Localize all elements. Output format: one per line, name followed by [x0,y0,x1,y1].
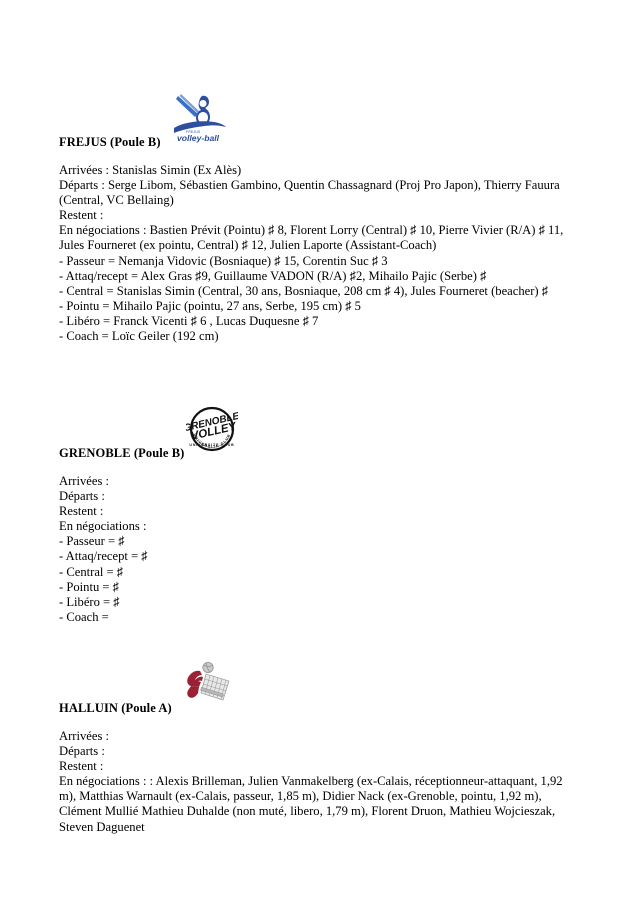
roster-line: En négociations : : Alexis Brilleman, Ju… [59,774,563,834]
svg-text:UNIVERSITE CLUB: UNIVERSITE CLUB [189,443,234,447]
roster-line: - Libéro = ♯ [59,594,120,609]
document-page: FREJUS volley-ball FREJUS (Poule B) Arri… [0,0,640,905]
roster-line: - Attaq/recept = ♯ [59,549,148,564]
club-title-frejus: FREJUS (Poule B) [59,135,161,149]
roster-text-grenoble: Arrivées : Départs : Restent : En négoci… [59,474,582,625]
roster-line: Restent : [59,504,104,519]
roster-line: Départs : Serge Libom, Sébastien Gambino… [59,178,560,208]
grenoble-volley-logo-icon: GRENOBLE VOLLEY UNIVERSITE CLUB UNIVERSI… [186,405,238,453]
roster-line: - Pointu = Mihailo Pajic (pointu, 27 ans… [59,298,361,313]
roster-line: En négociations : [59,519,147,534]
club-section-halluin: HALLUIN (Poule A) Arrivées : Départs : R… [0,658,640,835]
roster-line: Restent : [59,208,104,223]
club-section-frejus: FREJUS volley-ball FREJUS (Poule B) Arri… [0,92,640,344]
roster-line: - Pointu = ♯ [59,579,119,594]
roster-line: - Passeur = Nemanja Vidovic (Bosniaque) … [59,253,388,268]
roster-line: - Coach = [59,609,109,624]
club-heading-row: HALLUIN (Poule A) [0,658,640,716]
roster-line: Départs : [59,489,105,504]
roster-line: - Central = Stanislas Simin (Central, 30… [59,283,549,298]
svg-text:volley-ball: volley-ball [177,133,220,143]
roster-line: Arrivées : [59,729,110,743]
roster-line: - Central = ♯ [59,564,124,579]
club-title-halluin: HALLUIN (Poule A) [59,701,172,715]
roster-line: - Attaq/recept = Alex Gras ♯9, Guillaume… [59,268,487,283]
roster-text-halluin: Arrivées : Départs : Restent : En négoci… [59,729,582,835]
roster-line: - Passeur = ♯ [59,534,125,549]
roster-line: - Coach = Loïc Geiler (192 cm) [59,329,219,344]
halluin-volley-logo-icon [182,660,232,708]
club-heading-row: GRENOBLE VOLLEY UNIVERSITE CLUB UNIVERSI… [0,403,640,461]
frejus-volley-ball-logo-icon: FREJUS volley-ball [172,92,228,144]
club-section-grenoble: GRENOBLE VOLLEY UNIVERSITE CLUB UNIVERSI… [0,403,640,625]
club-heading-row: FREJUS volley-ball FREJUS (Poule B) [0,92,640,150]
roster-line: En négociations : Bastien Prévit (Pointu… [59,223,564,253]
roster-line: Restent : [59,759,104,774]
roster-line: Arrivées : Stanislas Simin (Ex Alès) [59,163,242,177]
roster-line: - Libéro = Franck Vicenti ♯ 6 , Lucas Du… [59,313,319,328]
roster-line: Arrivées : [59,474,110,488]
roster-text-frejus: Arrivées : Stanislas Simin (Ex Alès) Dép… [59,163,582,344]
roster-line: Départs : [59,744,105,759]
club-title-grenoble: GRENOBLE (Poule B) [59,446,185,460]
